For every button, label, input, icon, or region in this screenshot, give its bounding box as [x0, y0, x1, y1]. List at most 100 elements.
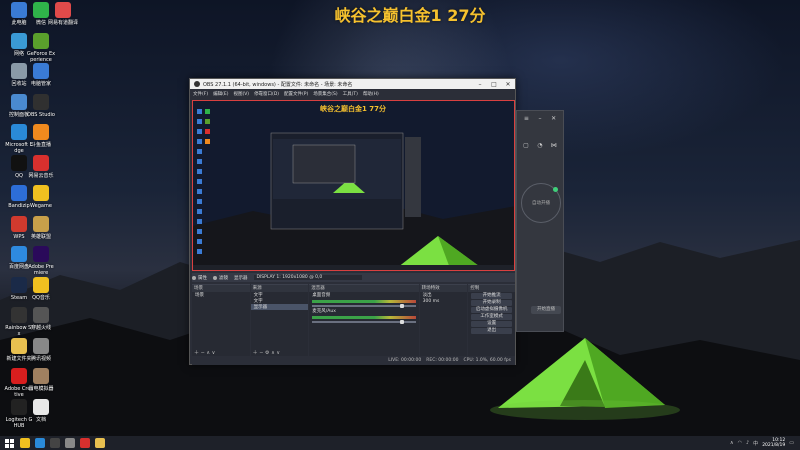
steam-icon	[11, 276, 27, 293]
desktop-icon[interactable]: 腾讯视频	[26, 337, 56, 362]
obs-menu-item[interactable]: 停靠窗口(D)	[254, 91, 279, 97]
obs-menu-item[interactable]: 帮助(H)	[363, 91, 379, 97]
cf-icon	[33, 307, 49, 323]
studio-mode-button[interactable]: 工作室模式	[471, 314, 512, 320]
qq-music-icon	[33, 276, 49, 293]
computer-icon	[11, 2, 27, 18]
desktop-icon[interactable]: Wegame	[26, 185, 56, 209]
mixer-channel-label: 麦克风/Aux	[312, 309, 336, 314]
music-taskbar-icon[interactable]	[80, 438, 90, 448]
windows-start-icon[interactable]	[3, 437, 15, 449]
source-item[interactable]: 显示器	[250, 304, 309, 310]
ime-indicator[interactable]: 中	[753, 440, 758, 447]
app-taskbar-icon[interactable]	[95, 438, 105, 448]
desktop-icon[interactable]: 雷电模拟器	[26, 368, 56, 392]
preview-scene	[193, 101, 514, 270]
wps-icon	[11, 215, 27, 232]
desktop-icon[interactable]: 电脑管家	[26, 63, 56, 87]
properties-button[interactable]: 属性	[192, 275, 207, 281]
obs-preview-canvas[interactable]: 峡谷之巅白金1 77分	[192, 100, 515, 271]
desktop-icon-label: GeForce Experience	[26, 50, 56, 63]
stream-helper-panel[interactable]: ≡ – ✕ ▢ ◔ ⋈ 自动开播 开始直播	[516, 110, 564, 332]
share-icon[interactable]: ⋈	[551, 142, 557, 149]
obs-menu-item[interactable]: 配置文件(P)	[284, 91, 308, 97]
scenes-dock-controls[interactable]: ＋ − ∧ ∨	[192, 349, 250, 356]
music-icon	[33, 154, 49, 171]
desktop-icon[interactable]: 英雄联盟	[26, 215, 56, 240]
translate-icon	[55, 2, 71, 18]
desktop-icon[interactable]: 网易有道翻译	[48, 2, 78, 26]
shield-icon	[33, 63, 49, 79]
gift-icon[interactable]: ▢	[523, 142, 529, 149]
menu-icon[interactable]: ≡	[524, 115, 529, 122]
obs-logo-icon	[194, 81, 200, 87]
stream-overlay-title: 峡谷之巅白金1 27分	[334, 6, 486, 25]
minimize-icon[interactable]: –	[473, 81, 487, 88]
document-icon	[33, 398, 49, 415]
obs-titlebar[interactable]: OBS 27.1.1 (64-bit, windows) - 配置文件: 未命名…	[190, 79, 515, 89]
controls-dock: 控制 开始推流 开始录制 启动虚拟摄像机 工作室模式 设置 退出	[468, 284, 515, 356]
wechat-icon	[33, 2, 49, 18]
obs-menu-item[interactable]: 工具(T)	[343, 91, 358, 97]
obs-statusbar: LIVE: 00:00:00 REC: 00:00:00 CPU: 1.0%, …	[192, 358, 515, 365]
desktop-icon[interactable]: OBS Studio	[26, 93, 56, 118]
transition-duration-input[interactable]: 300 ms	[420, 298, 468, 304]
obs-menu-item[interactable]: 编辑(E)	[213, 91, 228, 97]
sources-dock-controls[interactable]: ＋ − ⚙ ∧ ∨	[251, 349, 309, 356]
virtual-camera-button[interactable]: 启动虚拟摄像机	[471, 307, 512, 313]
nvidia-icon	[33, 32, 49, 49]
display-select[interactable]: DISPLAY 1: 1920x1080 @ 0,0	[253, 275, 363, 280]
obs-docks: 场景 场景 ＋ − ∧ ∨ 来源 文字 文字 显示器 ＋ − ⚙ ∧ ∨ 混音器…	[192, 284, 515, 356]
volume-slider[interactable]	[312, 320, 416, 324]
volume-icon[interactable]: ♪	[746, 440, 749, 446]
desktop-icon[interactable]: Adobe Premiere	[26, 246, 56, 276]
desktop-icon[interactable]: 网易云音乐	[26, 154, 56, 179]
go-live-button[interactable]: 开始直播	[531, 306, 561, 314]
notification-icon[interactable]: ▭	[789, 440, 794, 446]
obs-menu-item[interactable]: 场景集合(S)	[313, 91, 337, 97]
taskbar: ∧ ◠ ♪ 中 10:12 2021/8/19 ▭	[0, 436, 800, 450]
obs-taskbar-icon[interactable]	[50, 438, 60, 448]
start-recording-button[interactable]: 开始录制	[471, 300, 512, 306]
settings-button[interactable]: 设置	[471, 321, 512, 327]
network-icon[interactable]: ◠	[738, 440, 742, 446]
desktop-icon[interactable]: QQ音乐	[26, 276, 56, 301]
source-toolbar: 属性 滤镜 显示器 DISPLAY 1: 1920x1080 @ 0,0	[192, 273, 515, 282]
sources-title: 来源	[250, 285, 309, 292]
close-icon[interactable]: ✕	[551, 115, 556, 122]
folder-icon	[11, 337, 27, 354]
filters-button[interactable]: 滤镜	[213, 275, 228, 281]
obs-menubar: 文件(F) 编辑(E) 视图(V) 停靠窗口(D) 配置文件(P) 场景集合(S) 工具(T…	[190, 89, 515, 98]
desktop-icon[interactable]: 斗鱼直播	[26, 124, 56, 148]
panel-tool-icons: ▢ ◔ ⋈	[517, 138, 563, 153]
app-taskbar-icon[interactable]	[65, 438, 75, 448]
panel-header-icons: ≡ – ✕	[517, 111, 563, 126]
minimize-icon[interactable]: –	[538, 115, 541, 122]
chevron-up-icon[interactable]: ∧	[730, 440, 734, 446]
obs-menu-item[interactable]: 文件(F)	[193, 91, 208, 97]
bell-icon[interactable]: ◔	[537, 142, 542, 149]
network-icon	[11, 32, 27, 49]
desktop-icon[interactable]: 穿越火线	[26, 307, 56, 331]
desktop-icon-label: QQ音乐	[32, 294, 50, 301]
close-icon[interactable]: ✕	[501, 81, 515, 88]
scene-item[interactable]: 场景	[192, 292, 250, 298]
zip-icon	[11, 185, 27, 201]
file-explorer-icon[interactable]	[20, 438, 30, 448]
auto-live-toggle[interactable]: 自动开播	[521, 183, 561, 223]
taskbar-clock[interactable]: 10:12 2021/8/19	[762, 438, 785, 448]
gear-icon	[192, 275, 196, 280]
desktop-icon-label: 雷电模拟器	[28, 386, 54, 392]
exit-button[interactable]: 退出	[471, 328, 512, 334]
maximize-icon[interactable]: □	[487, 81, 501, 88]
desktop-icon[interactable]: GeForce Experience	[26, 32, 56, 63]
edge-taskbar-icon[interactable]	[35, 438, 45, 448]
transitions-title: 转场特效	[419, 285, 468, 292]
volume-slider[interactable]	[312, 304, 416, 308]
qq-icon	[11, 154, 27, 171]
obs-window[interactable]: OBS 27.1.1 (64-bit, windows) - 配置文件: 未命名…	[189, 78, 516, 365]
obs-menu-item[interactable]: 视图(V)	[233, 91, 249, 97]
desktop-icon[interactable]: 文档	[26, 398, 56, 423]
start-streaming-button[interactable]: 开始推流	[471, 293, 512, 299]
source-type-label: 显示器	[234, 275, 248, 281]
